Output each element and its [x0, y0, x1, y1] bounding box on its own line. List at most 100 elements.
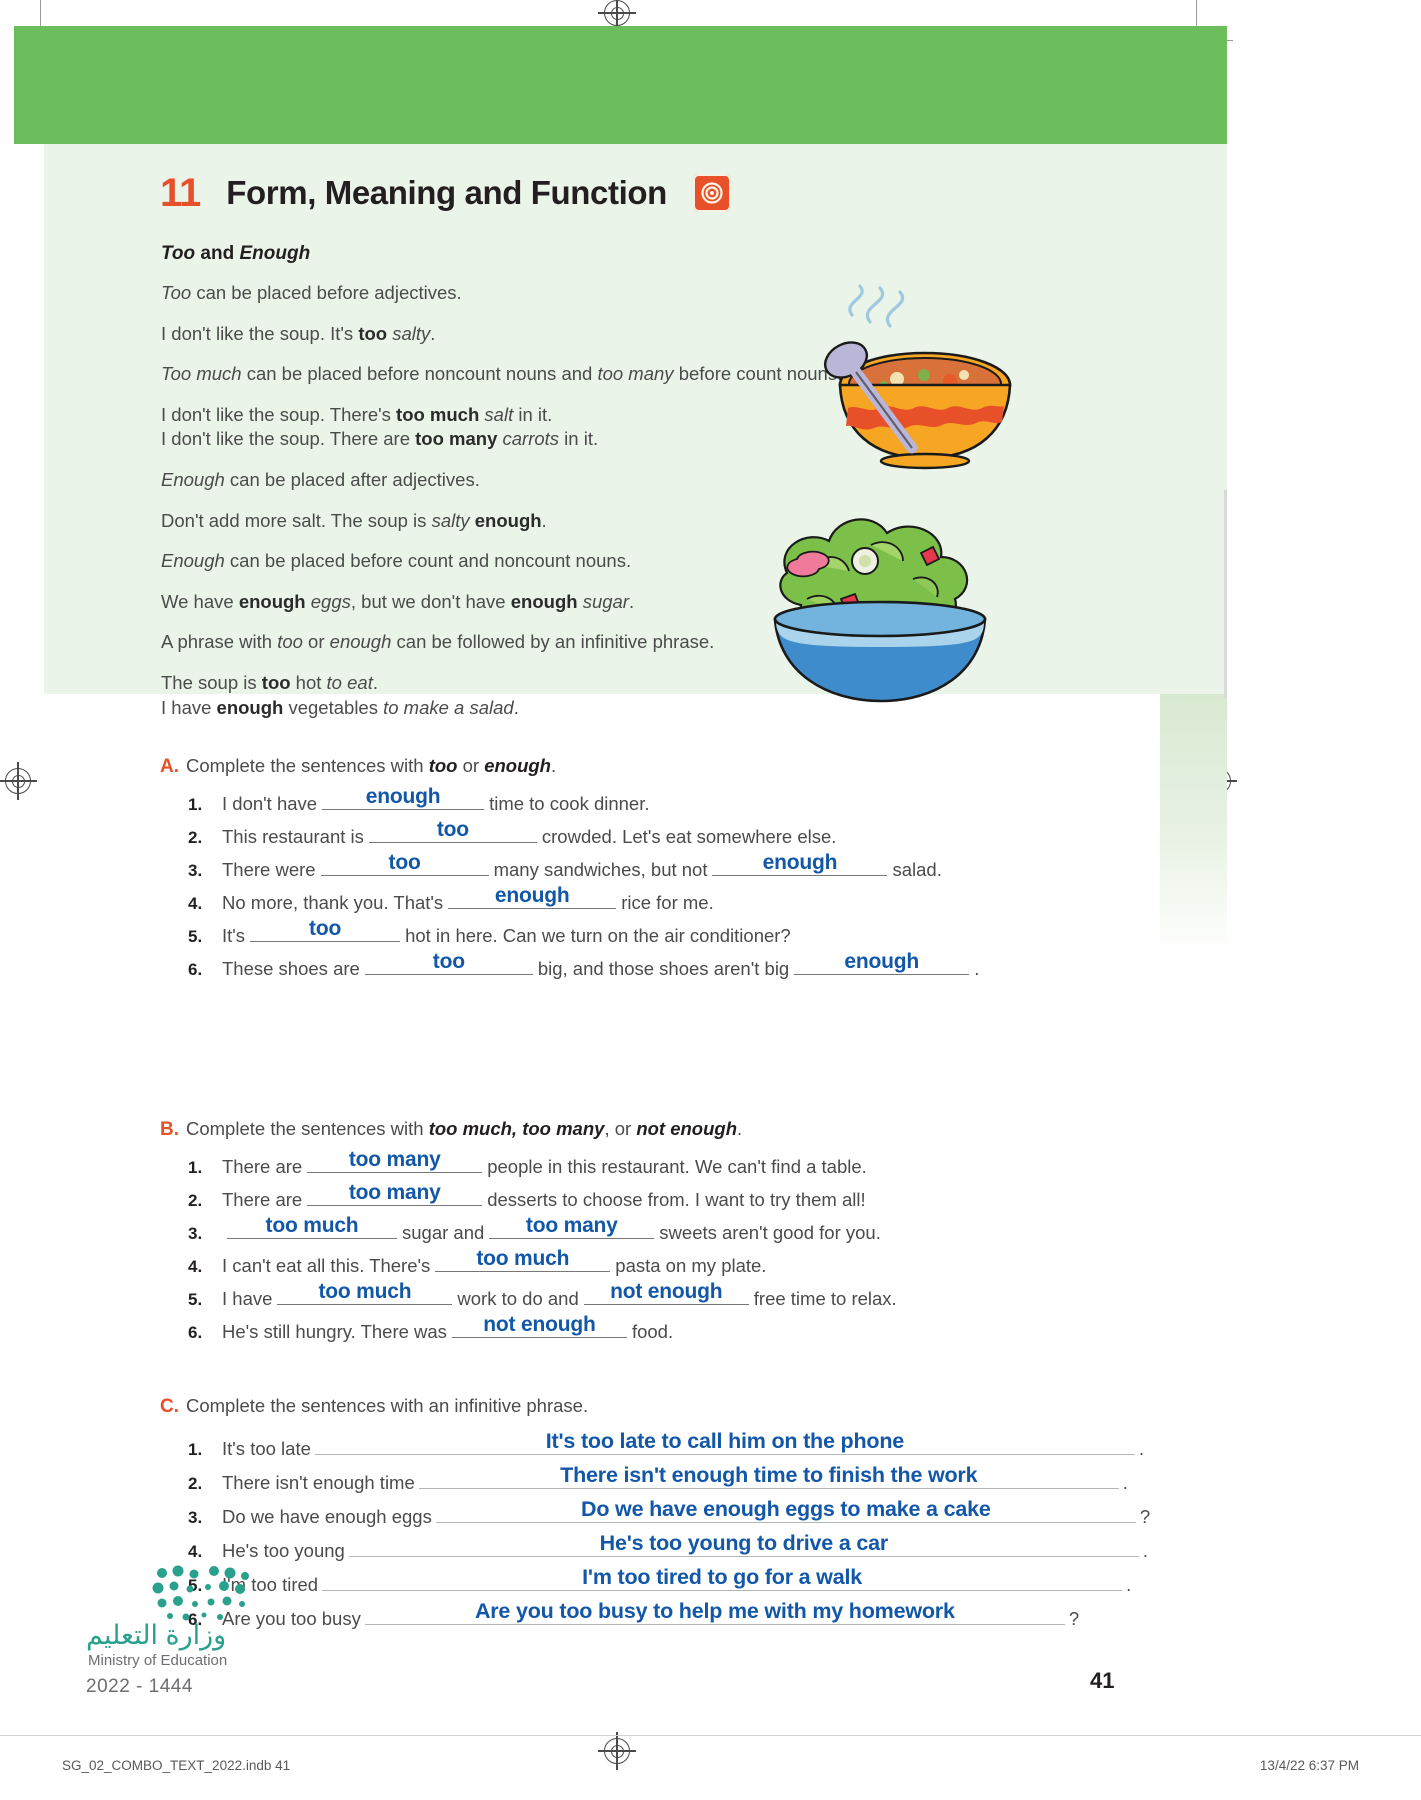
item-text: crowded. Let's eat somewhere else.	[541, 826, 837, 847]
item-number: 3.	[188, 1224, 203, 1243]
item-text: free time to relax.	[753, 1288, 897, 1309]
handwritten-answer: Do we have enough eggs to make a cake	[581, 1496, 991, 1521]
item-text: There isn't enough time	[222, 1472, 415, 1493]
exercise-item: 2. There are too many desserts to choose fr…	[160, 1182, 1230, 1217]
exercise-item: 3. too much sugar and too many sweets aren't…	[160, 1214, 1230, 1250]
answer-blank[interactable]: There isn't enough time to finish the wo…	[418, 1462, 1119, 1489]
answer-blank[interactable]: too much	[277, 1281, 453, 1305]
item-number: 5.	[188, 927, 203, 946]
item-number: 2.	[188, 1474, 203, 1493]
item-text: people in this restaurant. We can't find…	[487, 1156, 867, 1177]
item-number: 4.	[188, 1542, 203, 1561]
item-text: rice for me.	[621, 892, 714, 913]
grammar-line: I don't like the soup. There are too man…	[161, 428, 599, 450]
handwritten-answer: It's too late to call him on the phone	[545, 1428, 905, 1453]
handwritten-answer: too	[388, 851, 421, 874]
unit-title: Form, Meaning and Function	[226, 174, 667, 211]
ministry-name-english: Ministry of Education	[88, 1652, 228, 1669]
item-text: It's too late	[222, 1438, 311, 1459]
print-file-name: SG_02_COMBO_TEXT_2022.indb 41	[62, 1758, 291, 1773]
exercise-letter: A.	[160, 756, 179, 777]
item-text: I can't eat all this. There's	[222, 1255, 431, 1276]
exercise-b: B. Complete the sentences with too much, …	[160, 1118, 1230, 1349]
instruction-text: Complete the sentences with too much, to…	[186, 1118, 743, 1139]
exercise-item: 6. He's still hungry. There was not enough…	[160, 1313, 1230, 1349]
item-number: 2.	[188, 828, 203, 847]
instruction-text: Complete the sentences with an infinitiv…	[186, 1395, 589, 1416]
ministry-year: 2022 - 1444	[86, 1676, 193, 1697]
exercise-item: 2. This restaurant is too crowded. Let's ea…	[160, 818, 1230, 854]
answer-blank[interactable]: too many	[489, 1214, 655, 1239]
worksheet-page: 11 Form, Meaning and Function Too and En…	[0, 0, 1421, 1800]
item-text: There are	[222, 1189, 303, 1210]
grammar-subtitle-too: Too	[161, 243, 196, 264]
grammar-line: Enough can be placed after adjectives.	[161, 468, 480, 490]
handwritten-answer: enough	[365, 785, 441, 808]
exercise-item: 1. There are too many people in this restau…	[160, 1149, 1230, 1184]
handwritten-answer: I'm too tired to go for a walk	[582, 1564, 862, 1589]
answer-blank[interactable]: enough	[322, 785, 485, 810]
answer-blank[interactable]: He's too young to drive a car	[348, 1532, 1139, 1557]
exercise-letter: C.	[160, 1396, 179, 1417]
page-number: 41	[1090, 1668, 1115, 1693]
handwritten-answer: enough	[844, 950, 920, 973]
item-text: food.	[631, 1321, 674, 1342]
handwritten-answer: There isn't enough time to finish the wo…	[560, 1462, 978, 1487]
item-number: 4.	[188, 1257, 203, 1276]
item-text: sweets aren't good for you.	[659, 1222, 881, 1243]
item-text: .	[1122, 1472, 1128, 1493]
item-number: 6.	[188, 960, 203, 979]
exercise-items: 1. It's too late It's too late to call him…	[160, 1428, 1230, 1636]
handwritten-answer: too	[436, 818, 469, 841]
exercise-item: 5. It's too hot in here. Can we turn on the…	[160, 917, 1230, 953]
answer-blank[interactable]: too	[320, 851, 489, 876]
item-text: No more, thank you. That's	[222, 892, 444, 913]
handwritten-answer: too much	[476, 1247, 570, 1270]
grammar-subtitle: Too and Enough	[161, 243, 310, 265]
answer-blank[interactable]: enough	[794, 950, 970, 975]
exercise-letter: B.	[160, 1119, 179, 1140]
exercise-item: 3. Do we have enough eggs Do we have enoug…	[160, 1496, 1230, 1534]
answer-blank[interactable]: enough	[448, 885, 617, 909]
answer-blank[interactable]: I'm too tired to go for a walk	[322, 1564, 1123, 1591]
item-text: This restaurant is	[222, 826, 364, 847]
answer-blank[interactable]: too many	[307, 1182, 483, 1206]
handwritten-answer: not enough	[483, 1313, 596, 1336]
grammar-subtitle-and: and	[195, 243, 240, 264]
answer-blank[interactable]: not enough	[583, 1281, 749, 1305]
registration-mark-top	[598, 0, 636, 32]
answer-blank[interactable]: Do we have enough eggs to make a cake	[435, 1496, 1136, 1523]
handwritten-answer: too	[309, 917, 342, 940]
answer-blank[interactable]: Are you too busy to help me with my home…	[364, 1600, 1065, 1625]
answer-blank[interactable]: too	[364, 951, 533, 975]
answer-blank[interactable]: It's too late to call him on the phone	[314, 1428, 1135, 1455]
registration-mark-left	[0, 762, 37, 800]
exercise-item: 3. There were too many sandwiches, but not e…	[160, 851, 1230, 887]
answer-blank[interactable]: enough	[712, 852, 888, 876]
answer-blank[interactable]: too much	[435, 1247, 611, 1272]
print-timestamp: 13/4/22 6:37 PM	[1259, 1758, 1359, 1773]
answer-blank[interactable]: too	[368, 818, 537, 843]
item-text: pasta on my plate.	[615, 1255, 767, 1276]
answer-blank[interactable]: too	[250, 917, 401, 942]
handwritten-answer: too many	[525, 1214, 618, 1237]
answer-blank[interactable]: not enough	[451, 1313, 627, 1338]
answer-blank[interactable]: too much	[227, 1215, 397, 1239]
answer-blank[interactable]: too many	[307, 1149, 483, 1173]
ministry-logo-dots	[152, 1565, 256, 1623]
item-text: There are	[222, 1156, 303, 1177]
item-number: 6.	[188, 1323, 203, 1342]
item-text: time to cook dinner.	[489, 793, 650, 814]
item-text: ?	[1139, 1506, 1151, 1527]
item-text: Do we have enough eggs	[222, 1506, 432, 1527]
item-number: 1.	[188, 1440, 203, 1459]
item-text: .	[974, 958, 980, 979]
item-number: 3.	[188, 1508, 203, 1527]
item-text: I have	[222, 1288, 273, 1309]
item-number: 1.	[188, 1158, 203, 1177]
grammar-line: Too can be placed before adjectives.	[161, 282, 462, 303]
item-number: 5.	[188, 1290, 203, 1309]
grammar-line: I don't like the soup. It's too salty.	[161, 322, 436, 344]
exercise-instruction: A. Complete the sentences with too or eno…	[160, 755, 1230, 778]
item-number: 3.	[188, 861, 203, 880]
